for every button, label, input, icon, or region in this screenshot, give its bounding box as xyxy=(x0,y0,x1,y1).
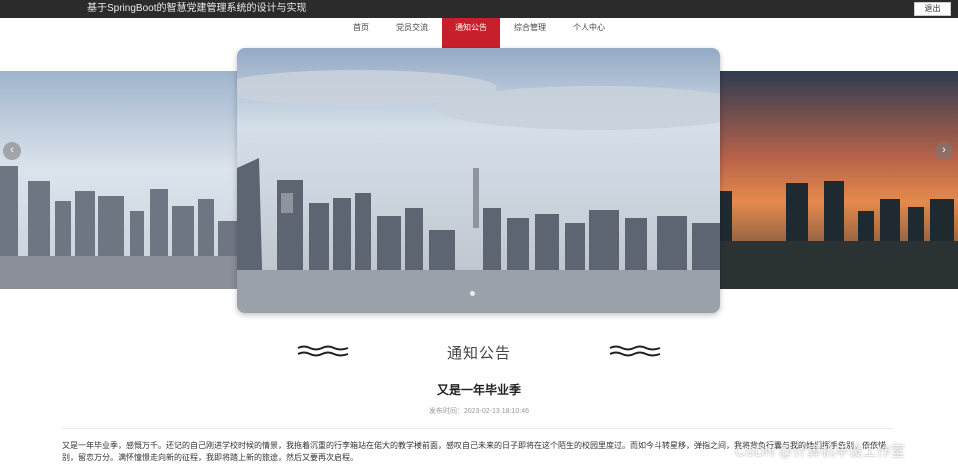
wave-decoration-icon xyxy=(609,345,661,357)
nav-item-notice[interactable]: 通知公告 xyxy=(442,18,500,48)
nav-item-home[interactable]: 首页 xyxy=(340,18,382,48)
carousel-indicator-dot[interactable] xyxy=(470,291,475,296)
banner-carousel: ‹ › xyxy=(0,48,958,316)
carousel-slide-active[interactable] xyxy=(237,48,720,313)
nav-item-member-exchange[interactable]: 党员交流 xyxy=(388,18,436,48)
carousel-prev-button[interactable]: ‹ xyxy=(3,142,21,160)
nav-item-management[interactable]: 综合管理 xyxy=(506,18,554,48)
post-publish-time: 发布时间：2023-02-13 18:10:46 xyxy=(429,408,529,415)
section-title: 通知公告 xyxy=(446,345,511,362)
divider xyxy=(62,428,894,429)
city-skyline-image xyxy=(237,48,720,313)
site-title: 基于SpringBoot的智慧党建管理系统的设计与实现 xyxy=(87,3,307,14)
carousel-slide-right[interactable] xyxy=(718,71,958,289)
chevron-right-icon: › xyxy=(942,144,946,156)
top-bar: 基于SpringBoot的智慧党建管理系统的设计与实现 退出 xyxy=(0,0,958,18)
nav-item-personal-center[interactable]: 个人中心 xyxy=(566,18,612,48)
sunset-skyline-image xyxy=(718,71,958,289)
chevron-left-icon: ‹ xyxy=(10,144,14,156)
post-title: 又是一年毕业季 xyxy=(436,383,521,397)
csdn-watermark: CSDN @计算机毕设工作室 xyxy=(735,443,905,459)
logout-button[interactable]: 退出 xyxy=(914,2,951,16)
main-nav: 首页 党员交流 通知公告 综合管理 个人中心 xyxy=(0,18,958,48)
carousel-slide-left[interactable] xyxy=(0,71,240,289)
carousel-next-button[interactable]: › xyxy=(935,142,953,160)
city-skyline-image xyxy=(0,71,240,289)
